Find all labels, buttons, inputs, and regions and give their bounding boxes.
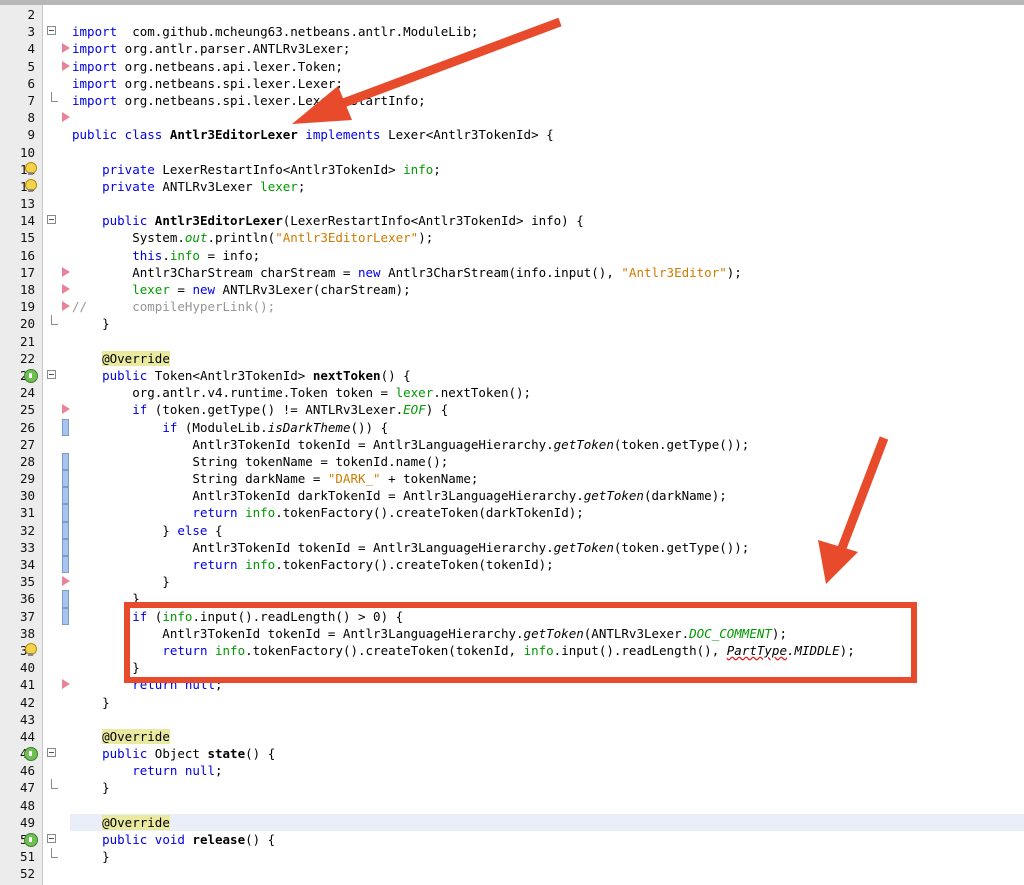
arrow-to-highlight-box-icon [818,436,889,584]
arrow-to-class-name-icon [292,17,562,124]
annotation-arrows [292,17,889,584]
